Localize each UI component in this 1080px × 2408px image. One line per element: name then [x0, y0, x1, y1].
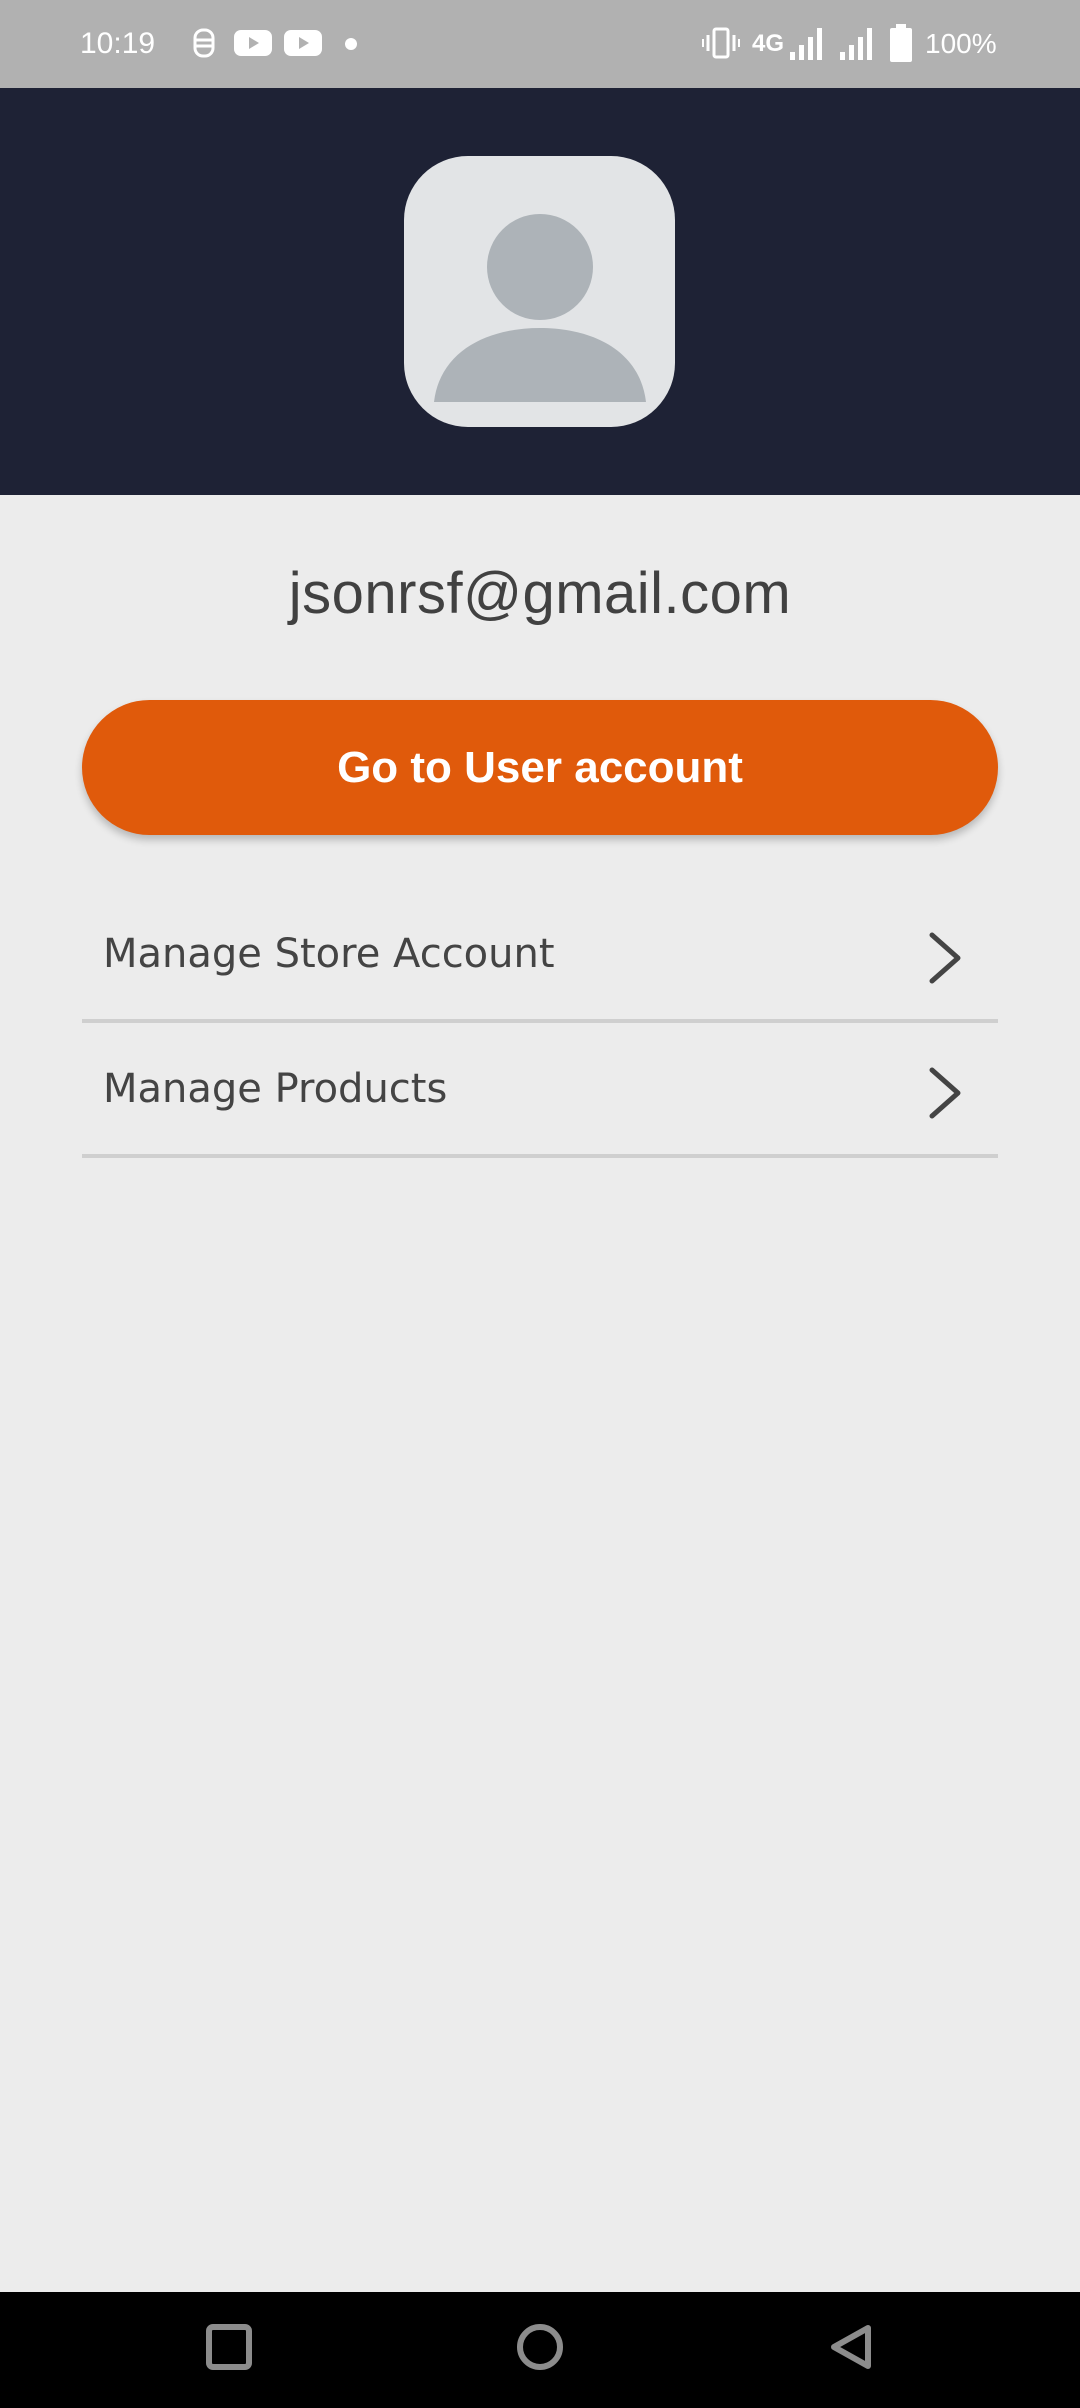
status-time: 10:19	[80, 27, 156, 60]
youtube-icon	[284, 30, 322, 56]
chevron-right-icon	[929, 932, 961, 984]
recent-apps-icon[interactable]	[204, 2322, 254, 2372]
youtube-icon	[234, 30, 272, 56]
user-silhouette-icon	[434, 214, 646, 402]
menu-item-manage-store-account[interactable]: Manage Store Account	[82, 890, 998, 1023]
battery-percent: 100%	[925, 28, 997, 59]
vibrate-icon	[702, 27, 740, 59]
dot-icon	[345, 38, 357, 50]
menu-item-label: Manage Store Account	[103, 931, 555, 977]
avatar	[404, 156, 675, 427]
signal-icon	[790, 28, 822, 60]
system-nav-bar	[0, 2292, 1080, 2408]
user-email: jsonrsf@gmail.com	[288, 561, 792, 626]
gmail-like-icon	[193, 28, 215, 58]
menu-item-manage-products[interactable]: Manage Products	[82, 1025, 998, 1158]
home-icon[interactable]	[515, 2322, 565, 2372]
profile-header	[0, 88, 1080, 495]
back-icon[interactable]	[826, 2322, 876, 2372]
signal-icon	[840, 28, 872, 60]
chevron-right-icon	[929, 1067, 961, 1119]
menu-item-label: Manage Products	[103, 1066, 448, 1112]
network-type: 4G	[752, 30, 785, 57]
go-to-user-account-button[interactable]: Go to User account	[82, 700, 998, 835]
status-bar: 10:19 4G 100%	[0, 0, 1080, 88]
battery-icon	[890, 24, 912, 62]
